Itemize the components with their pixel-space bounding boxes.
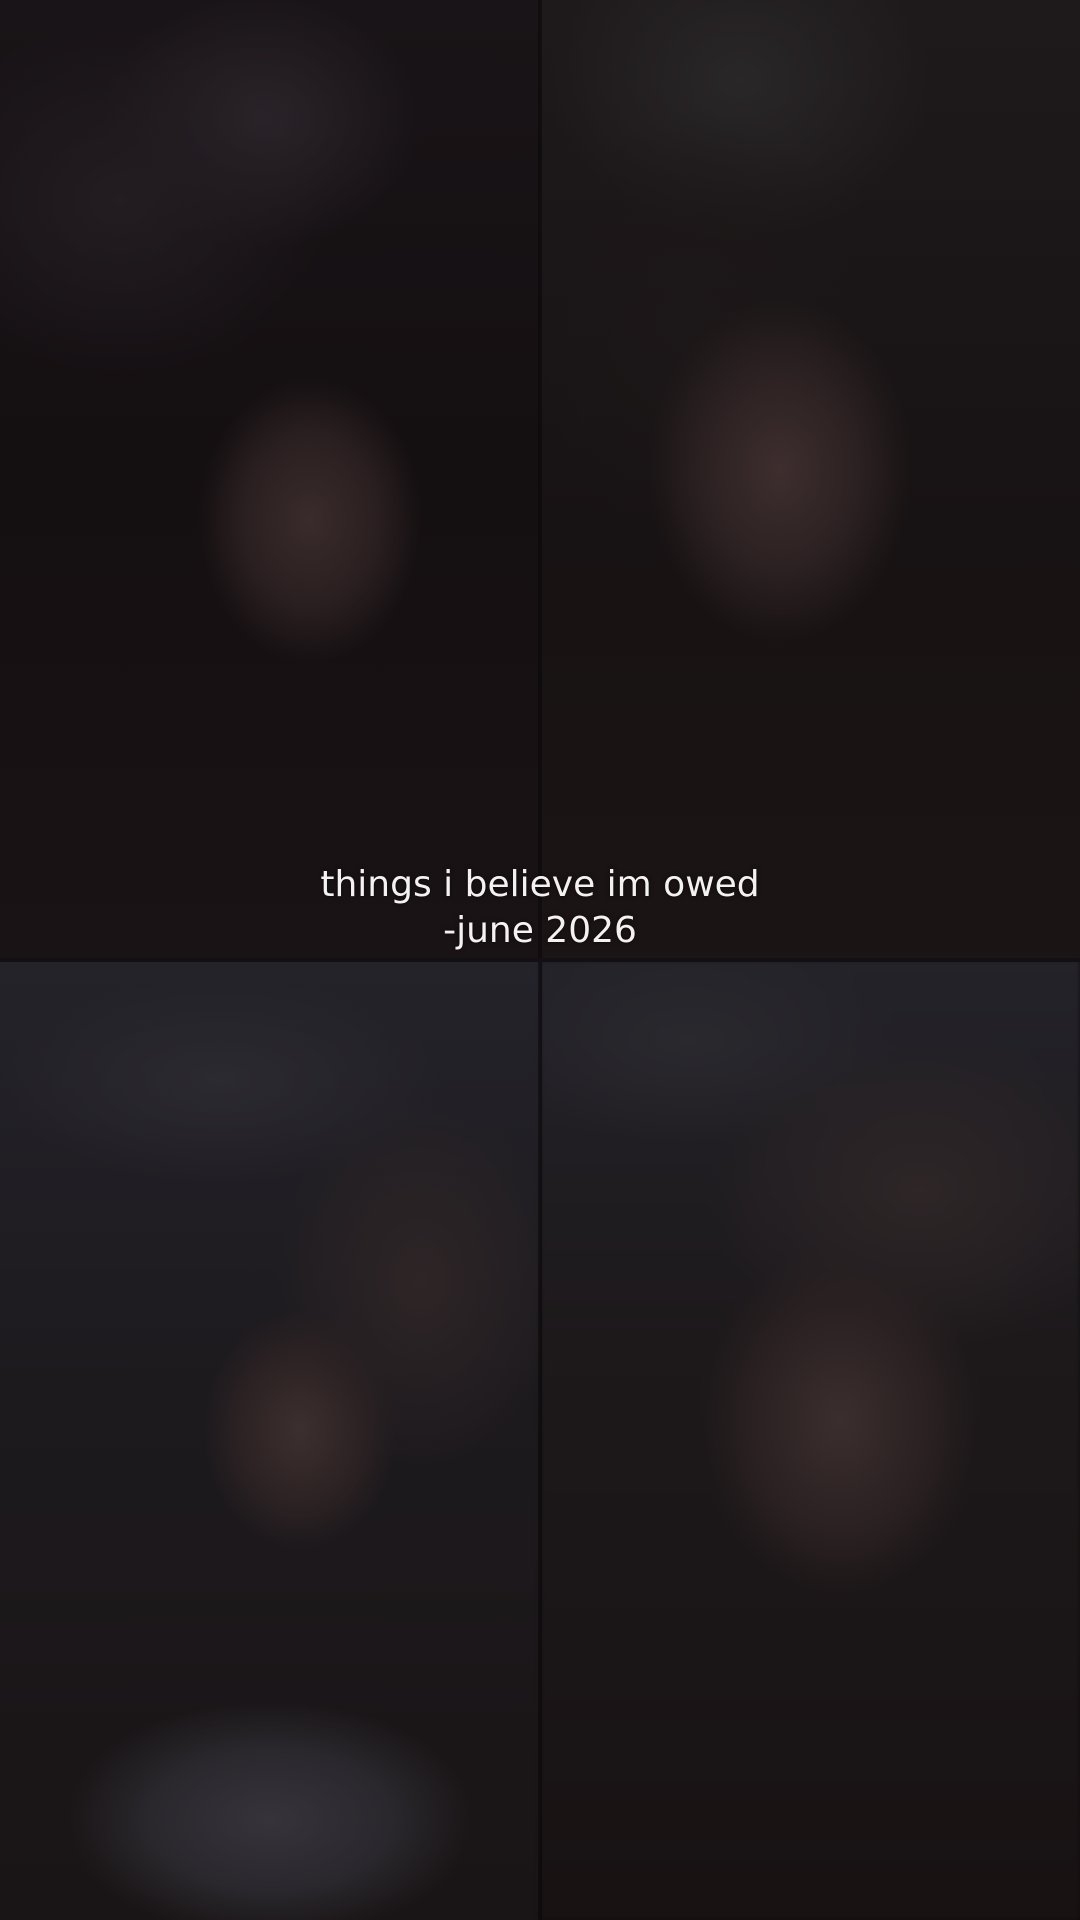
caption-overlay: things i believe im owed -june 2026 xyxy=(0,862,1080,954)
photo-top-right xyxy=(540,0,1080,960)
caption-line-1: things i believe im owed xyxy=(320,864,760,905)
photo-top-left xyxy=(0,0,540,960)
horizontal-divider xyxy=(0,958,1080,962)
photo-bottom-left xyxy=(0,960,540,1920)
photo-collage: things i believe im owed -june 2026 xyxy=(0,0,1080,1920)
photo-bottom-right xyxy=(540,960,1080,1920)
caption-line-2: -june 2026 xyxy=(443,910,637,951)
